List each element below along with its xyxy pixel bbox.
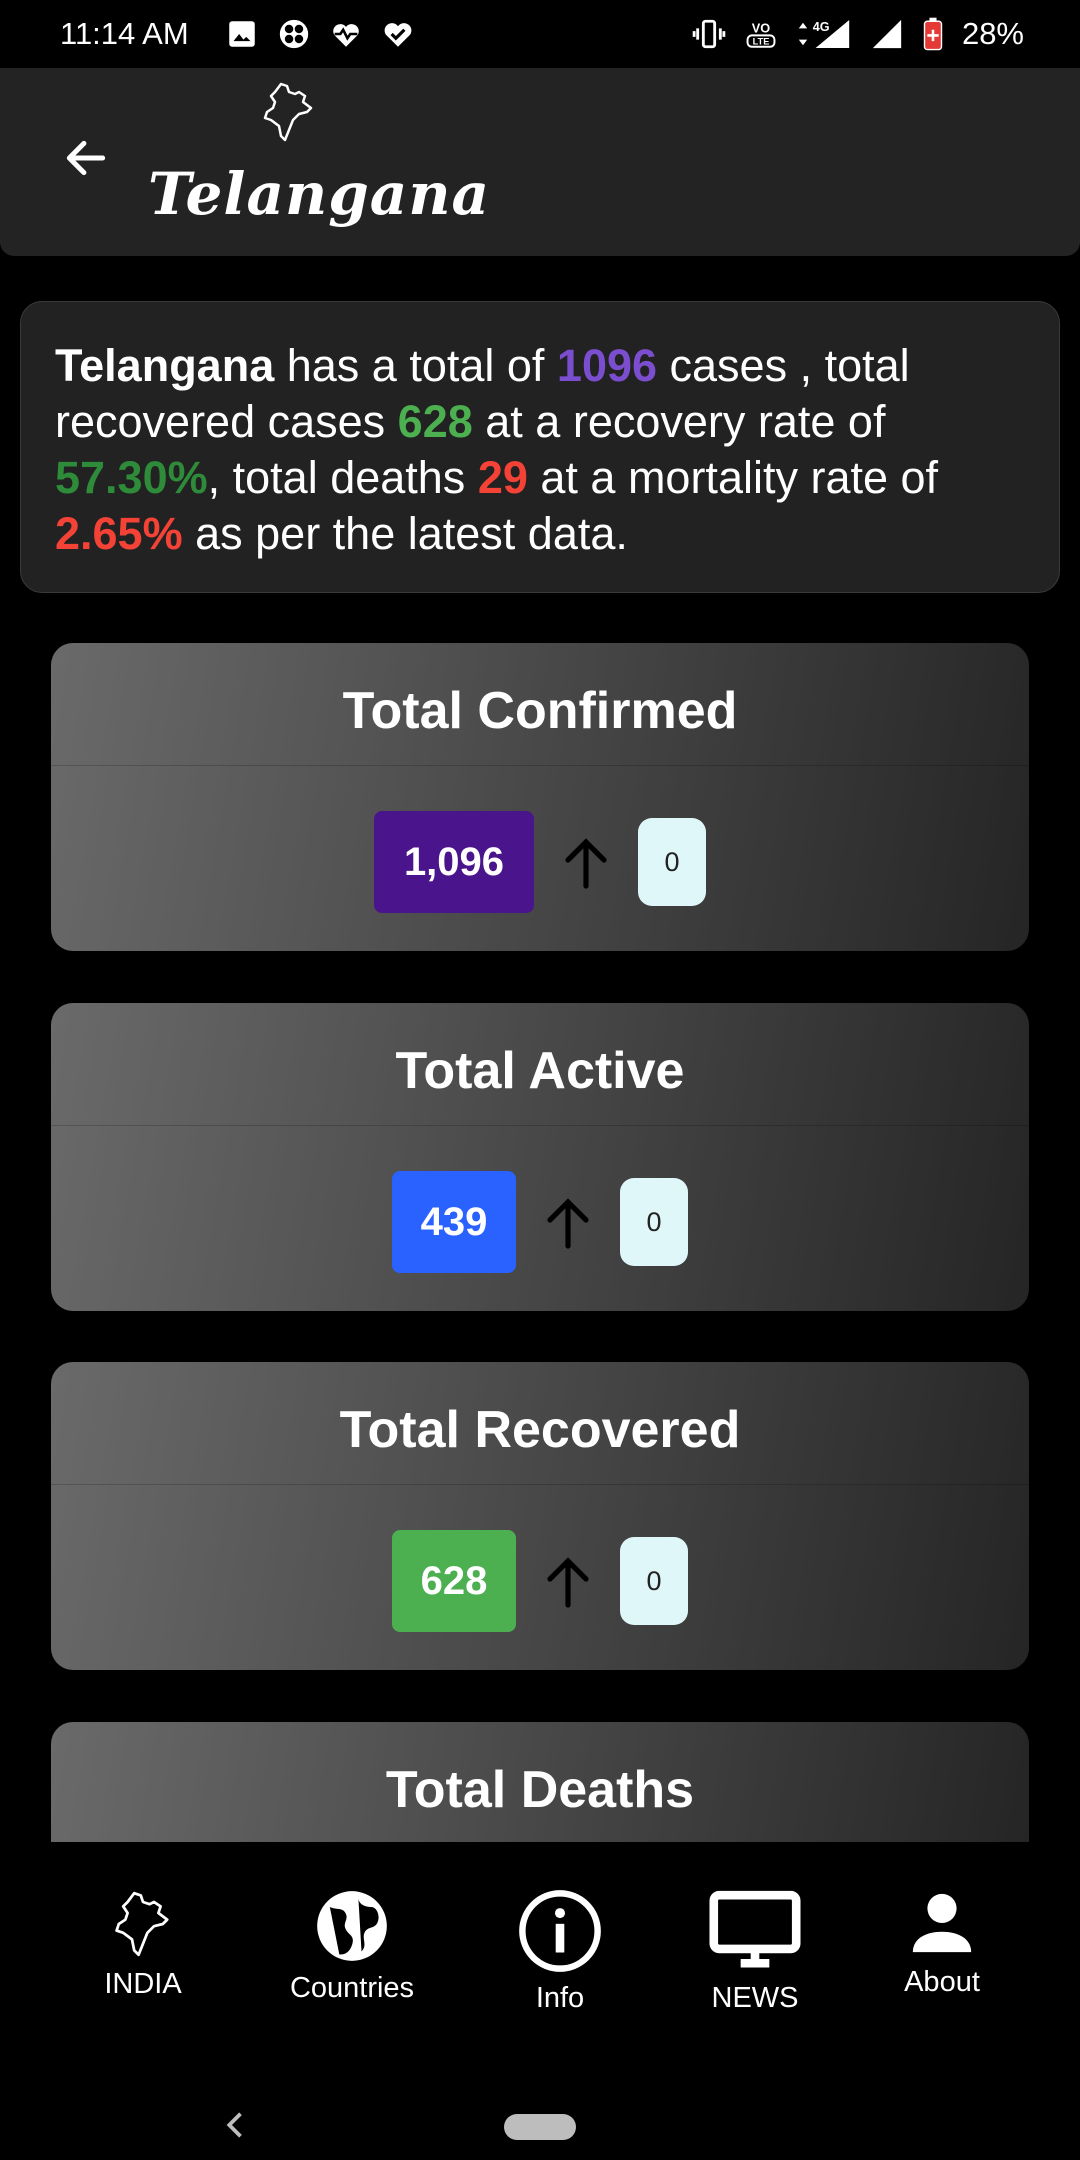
arrow-up-icon <box>544 1194 592 1250</box>
summary-text: has a total of <box>274 340 557 391</box>
heart-check-icon <box>381 17 415 51</box>
summary-text: , total deaths <box>207 452 478 503</box>
page-title: Telangana <box>148 160 491 228</box>
nav-item-countries[interactable]: Countries <box>282 1888 422 2005</box>
recovered-card: Total Recovered 628 0 <box>51 1362 1029 1670</box>
active-card: Total Active 439 0 <box>51 1003 1029 1311</box>
summary-text: as per the latest data. <box>182 508 628 559</box>
delta-badge: 0 <box>620 1178 688 1266</box>
nav-item-info[interactable]: Info <box>510 1888 610 2015</box>
arrow-up-icon <box>562 834 610 890</box>
app-bar: Telangana <box>0 68 1080 256</box>
person-icon <box>912 1893 972 1953</box>
summary-mortality-rate: 2.65% <box>55 508 183 559</box>
bottom-nav: INDIA Countries Info NEWS About <box>0 1842 1080 2022</box>
card-stats: 1,096 0 <box>51 811 1029 913</box>
back-button[interactable] <box>56 128 116 188</box>
summary-text: at a mortality rate of <box>527 452 939 503</box>
summary-state: Telangana <box>55 340 275 391</box>
active-value: 439 <box>392 1171 516 1273</box>
vibrate-icon <box>692 17 726 51</box>
svg-text:VO: VO <box>752 21 771 36</box>
summary-total-cases: 1096 <box>556 340 658 391</box>
system-nav-bar <box>0 2022 1080 2160</box>
nav-label: NEWS <box>711 1982 799 2014</box>
battery-percent: 28% <box>961 16 1024 51</box>
summary-card: Telangana has a total of 1096 cases , to… <box>20 301 1060 593</box>
delta-badge: 0 <box>620 1537 688 1625</box>
confirmed-card: Total Confirmed 1,096 0 <box>51 643 1029 951</box>
card-stats: 439 0 <box>51 1171 1029 1273</box>
card-title: Total Deaths <box>385 1761 695 1819</box>
nav-item-about[interactable]: About <box>892 1888 992 1999</box>
svg-text:4G: 4G <box>813 20 830 34</box>
deaths-card: Total Deaths <box>51 1722 1029 1842</box>
card-divider <box>51 1125 1029 1126</box>
india-map-icon <box>258 80 320 144</box>
status-bar: 11:14 AM VO LTE 4G 28% <box>0 0 1080 68</box>
confirmed-value: 1,096 <box>374 811 534 913</box>
svg-text:LTE: LTE <box>753 37 770 47</box>
card-title: Total Active <box>395 1042 685 1100</box>
nav-label: INDIA <box>104 1968 182 2000</box>
battery-icon <box>922 17 944 51</box>
nav-item-india[interactable]: INDIA <box>98 1888 188 2001</box>
system-home-pill[interactable] <box>504 2114 576 2140</box>
signal-4g-icon: 4G <box>796 17 852 51</box>
india-map-icon <box>115 1891 169 1957</box>
status-bar-left: 11:14 AM <box>60 16 415 52</box>
arrow-up-icon <box>544 1553 592 1609</box>
recovered-value: 628 <box>392 1530 516 1632</box>
nav-item-news[interactable]: NEWS <box>700 1888 810 2015</box>
delta-badge: 0 <box>638 818 706 906</box>
nav-label: About <box>904 1966 980 1998</box>
summary-recovered: 628 <box>397 396 473 447</box>
globe-icon <box>317 1891 387 1961</box>
summary-text: at a recovery rate of <box>472 396 886 447</box>
nav-label: Countries <box>289 1972 415 2004</box>
nav-label: Info <box>535 1982 585 2014</box>
status-time: 11:14 AM <box>60 16 189 51</box>
system-back-icon[interactable] <box>220 2110 246 2140</box>
card-divider <box>51 765 1029 766</box>
tv-icon <box>709 1890 801 1968</box>
summary-recovery-rate: 57.30% <box>55 452 208 503</box>
status-bar-right: VO LTE 4G 28% <box>692 16 1024 52</box>
summary-deaths: 29 <box>477 452 528 503</box>
card-title: Total Confirmed <box>342 682 738 740</box>
gallery-icon <box>225 17 259 51</box>
card-stats: 628 0 <box>51 1530 1029 1632</box>
heartbeat-icon <box>329 17 363 51</box>
card-divider <box>51 1484 1029 1485</box>
info-icon <box>519 1890 601 1972</box>
arrow-left-icon <box>66 140 106 176</box>
signal-icon <box>870 17 904 51</box>
card-title: Total Recovered <box>339 1401 741 1459</box>
pinwheel-icon <box>277 17 311 51</box>
volte-icon: VO LTE <box>744 17 778 51</box>
